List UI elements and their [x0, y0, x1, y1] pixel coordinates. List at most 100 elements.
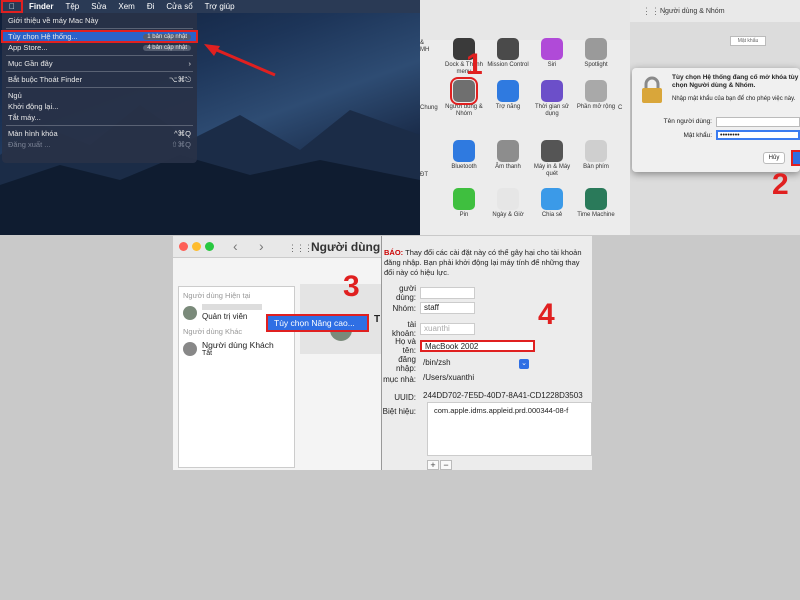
- password-field[interactable]: ••••••••: [716, 130, 800, 140]
- pref-icon-8[interactable]: Bluetooth: [442, 140, 486, 171]
- apple-menu-button[interactable]: : [1, 0, 23, 13]
- step-number: 1: [466, 48, 483, 81]
- menu-item-label: Ngủ: [8, 91, 22, 100]
- pref-icon-graphic: [585, 188, 607, 210]
- menubar-window[interactable]: Cửa sổ: [160, 2, 198, 11]
- update-badge: 4 bản cập nhật: [143, 44, 191, 51]
- menu-item-lock-screen[interactable]: Màn hình khóa ^⌘Q: [2, 128, 197, 139]
- pref-icon-4[interactable]: Người dùng & Nhóm: [442, 77, 486, 118]
- menu-item-system-preferences[interactable]: Tùy chọn Hệ thống... 1 bản cập nhật: [1, 30, 198, 43]
- minimize-window-button[interactable]: [192, 242, 201, 251]
- pref-icon-1[interactable]: Mission Control: [486, 38, 530, 69]
- advanced-options-menu-item[interactable]: Tùy chọn Nâng cao...: [266, 314, 369, 332]
- pref-icon-11[interactable]: Bàn phím: [574, 140, 618, 171]
- menubar-go[interactable]: Đi: [141, 2, 161, 11]
- apple-dropdown-menu: Giới thiệu về máy Mac Này Tùy chọn Hệ th…: [1, 13, 198, 163]
- pref-icon-5[interactable]: Trợ năng: [486, 80, 530, 111]
- shortcut-label: ^⌘Q: [174, 129, 191, 138]
- pref-icon-graphic: [541, 140, 563, 162]
- login-shell-select[interactable]: /bin/zsh: [420, 358, 515, 370]
- menu-separator: [6, 125, 193, 126]
- pref-icon-label: Mission Control: [487, 62, 529, 68]
- pref-icon-13[interactable]: Ngày & Giờ: [486, 188, 530, 219]
- menu-item-force-quit[interactable]: Bắt buộc Thoát Finder ⌥⌘⎋: [2, 74, 197, 85]
- field-group: Nhóm: staff: [382, 302, 475, 314]
- field-label: mục nhà:: [383, 374, 416, 384]
- chevron-down-icon[interactable]: ⌄: [519, 359, 529, 369]
- menu-separator: [6, 87, 193, 88]
- menubar-edit[interactable]: Sửa: [85, 2, 112, 11]
- menubar-finder[interactable]: Finder: [23, 2, 59, 11]
- remove-alias-button[interactable]: −: [440, 460, 452, 470]
- pref-icon-3[interactable]: Spotlight: [574, 38, 618, 69]
- step-number: 4: [538, 298, 555, 331]
- menu-item-logout[interactable]: Đăng xuất ... ⇧⌘Q: [2, 139, 197, 150]
- pref-icon-label: Bàn phím: [583, 164, 609, 170]
- menu-item-label: Tùy chọn Hệ thống...: [8, 32, 78, 41]
- menubar-help[interactable]: Trợ giúp: [199, 2, 241, 11]
- full-name-input[interactable]: MacBook 2002: [420, 340, 535, 352]
- back-chevron-icon[interactable]: ‹: [233, 238, 238, 254]
- pref-icon-label: Time Machine: [577, 212, 615, 218]
- cancel-button[interactable]: Hủy: [763, 152, 785, 164]
- field-label: Nhóm:: [392, 303, 416, 313]
- grid-icon: ⋮⋮⋮: [642, 6, 669, 16]
- system-preferences-panel: & MH Chung ĐT C Dock & Thanh menu Mission…: [420, 0, 630, 235]
- window-title: ⋮⋮⋮ Người dùng & Nhóm: [630, 0, 800, 22]
- menu-item-about[interactable]: Giới thiệu về máy Mac Này: [2, 15, 197, 26]
- menu-item-app-store[interactable]: App Store... 4 bản cập nhật: [2, 42, 197, 53]
- auth-subtitle: Nhập mật khẩu của bạn để cho phép việc n…: [672, 96, 796, 102]
- home-dir-input[interactable]: /Users/xuanthi: [420, 373, 580, 385]
- warning-label: BÁO:: [384, 248, 404, 257]
- menu-item-recent[interactable]: Mục Gần đây ›: [2, 58, 197, 69]
- pref-icon-label: Ngày & Giờ: [492, 212, 524, 218]
- unlock-button[interactable]: [791, 150, 800, 166]
- menu-item-shutdown[interactable]: Tắt máy...: [2, 112, 197, 123]
- shortcut-label: ⌥⌘⎋: [168, 74, 191, 84]
- pref-icon-label: Siri: [547, 62, 557, 68]
- side-label: ĐT: [420, 172, 428, 178]
- menu-item-label: Mục Gần đây: [8, 59, 53, 68]
- pref-icon-12[interactable]: Pin: [442, 188, 486, 219]
- field-label: Biệt hiệu:: [382, 407, 416, 416]
- pref-icon-7[interactable]: Phần mở rộng: [574, 80, 618, 111]
- alias-list[interactable]: com.apple.idms.appleid.prd.000344-08-f: [427, 402, 592, 456]
- pref-icon-9[interactable]: Âm thanh: [486, 140, 530, 171]
- grid-icon[interactable]: ⋮⋮⋮: [288, 243, 313, 254]
- guest-avatar-icon: [183, 341, 197, 356]
- zoom-window-button[interactable]: [205, 242, 214, 251]
- password-button[interactable]: Mật khẩu: [730, 36, 766, 46]
- auth-title: Tùy chọn Hệ thống đang cố mở khóa tùy ch…: [672, 74, 799, 89]
- account-name-input[interactable]: xuanthi: [420, 323, 475, 335]
- menu-item-restart[interactable]: Khởi động lại...: [2, 101, 197, 112]
- pref-icon-graphic: [585, 38, 607, 60]
- group-input[interactable]: staff: [420, 302, 475, 314]
- pref-icon-10[interactable]: Máy in & Máy quét: [530, 140, 574, 178]
- pref-icon-graphic: [541, 188, 563, 210]
- alias-item[interactable]: com.apple.idms.appleid.prd.000344-08-f: [434, 406, 568, 415]
- menubar-view[interactable]: Xem: [112, 2, 140, 11]
- menu-item-sleep[interactable]: Ngủ: [2, 90, 197, 101]
- user-initial: T: [374, 314, 381, 325]
- username-field[interactable]: [716, 117, 800, 127]
- field-label: gười dùng:: [395, 284, 416, 302]
- section-current-users: Người dùng Hiện tại: [183, 291, 251, 300]
- field-label: đăng nhập:: [395, 355, 416, 373]
- user-row-guest[interactable]: Người dùng Khách Tắt: [179, 338, 294, 359]
- close-window-button[interactable]: [179, 242, 188, 251]
- pref-icon-label: Chia sẻ: [541, 212, 563, 218]
- user-id-input[interactable]: [420, 287, 475, 299]
- field-account-name: tài khoản: xuanthi: [382, 320, 475, 338]
- pref-icon-15[interactable]: Time Machine: [574, 188, 618, 219]
- menubar-file[interactable]: Tệp: [59, 2, 85, 11]
- pref-icon-2[interactable]: Siri: [530, 38, 574, 69]
- update-badge: 1 bản cập nhật: [143, 33, 191, 40]
- field-user-id: gười dùng:: [382, 284, 475, 302]
- pref-icon-6[interactable]: Thời gian sử dụng: [530, 80, 574, 118]
- side-label: Chung: [420, 105, 438, 111]
- pref-icon-14[interactable]: Chia sẻ: [530, 188, 574, 219]
- forward-chevron-icon[interactable]: ›: [259, 238, 264, 254]
- pref-icon-graphic: [497, 80, 519, 102]
- add-alias-button[interactable]: +: [427, 460, 439, 470]
- field-label: tài khoản:: [391, 320, 416, 338]
